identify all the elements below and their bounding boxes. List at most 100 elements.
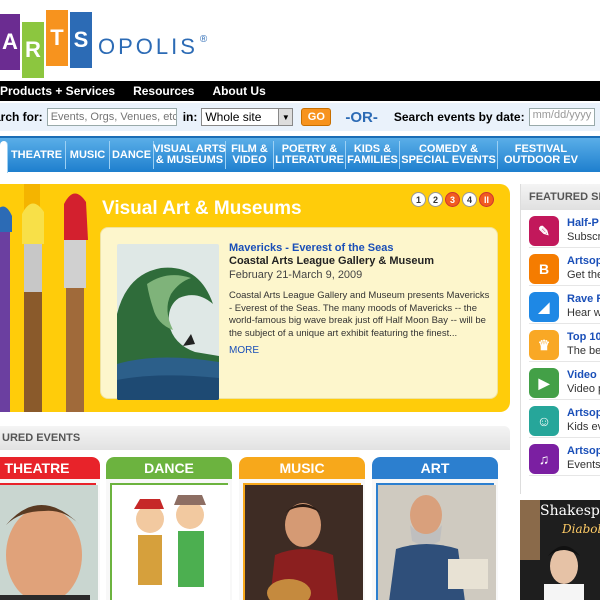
category-bar: THEATRE MUSIC DANCE VISUAL ARTS & MUSEUM… <box>0 136 600 173</box>
sidebar-item-kids[interactable]: ☺ Artsop Kids ev <box>529 404 600 438</box>
search-label: arch for: <box>0 110 43 124</box>
sidebar-item-blog[interactable]: B Artsop Get the <box>529 252 600 286</box>
logo-wordmark: OPOLIS ® <box>98 34 210 60</box>
event-tab-music: MUSIC <box>239 457 365 479</box>
tab-kids-families[interactable]: KIDS & FAMILIES <box>346 141 400 169</box>
tab-dance[interactable]: DANCE <box>110 141 154 169</box>
event-card-dance[interactable]: DANCE <box>106 457 232 600</box>
artsopolis-logo[interactable]: A R T S OPOLIS ® <box>0 8 210 78</box>
video-camera-icon: ▶ <box>529 368 559 398</box>
event-image-theatre <box>0 483 98 600</box>
tab-festivals-outdoor[interactable]: FESTIVAL OUTDOOR EV <box>498 141 578 169</box>
event-card-art[interactable]: ART <box>372 457 498 600</box>
event-image-dance <box>110 483 230 600</box>
wave-painting-image[interactable] <box>117 244 219 400</box>
sidebar-item-video[interactable]: ▶ Video Video p <box>529 366 600 400</box>
sidebar-item-title: Video <box>567 369 597 381</box>
featured-services-header: FEATURED SE <box>521 184 600 210</box>
logo-letter-s: S <box>70 12 92 68</box>
search-bar: arch for: in: Whole site ▼ GO -OR- Searc… <box>0 103 600 131</box>
nav-about-us[interactable]: About Us <box>212 84 265 98</box>
feature-card: Mavericks - Everest of the Seas Coastal … <box>100 227 498 400</box>
date-search-label: Search events by date: <box>393 110 525 124</box>
megaphone-icon: ◢ <box>529 292 559 322</box>
sidebar-item-rave-reviews[interactable]: ◢ Rave R Hear w <box>529 290 600 324</box>
date-input[interactable]: mm/dd/yyyy <box>528 108 595 126</box>
sidebar-item-top-10[interactable]: ♛ Top 10 The be <box>529 328 600 362</box>
featured-events-header: URED EVENTS <box>0 426 510 450</box>
nav-products-services[interactable]: Products + Services <box>0 84 115 98</box>
event-image-music <box>243 483 363 600</box>
tab-film-video[interactable]: FILM & VIDEO <box>226 141 274 169</box>
pager-page-2[interactable]: 2 <box>428 192 443 207</box>
event-tab-art: ART <box>372 457 498 479</box>
logo-rest: OPOLIS <box>98 34 198 59</box>
pager-page-3[interactable]: 3 <box>445 192 460 207</box>
sidebar-item-half-price[interactable]: ✎ Half-P Subscr <box>529 214 600 248</box>
pager-page-4[interactable]: 4 <box>462 192 477 207</box>
search-go-button[interactable]: GO <box>301 108 332 126</box>
feature-text: Mavericks - Everest of the Seas Coastal … <box>229 242 491 358</box>
sidebar-item-subtitle: Events <box>567 459 600 471</box>
registered-mark: ® <box>199 34 211 45</box>
sidebar-item-title: Half-P <box>567 217 599 229</box>
sidebar-item-title: Artsop <box>567 445 600 457</box>
featured-events-title: URED EVENTS <box>2 432 81 444</box>
nav-resources[interactable]: Resources <box>133 84 194 98</box>
top-nav: Products + Services Resources About Us <box>0 81 600 101</box>
sidebar-item-title: Top 10 <box>567 331 600 343</box>
blogger-icon: B <box>529 254 559 284</box>
event-tab-dance: DANCE <box>106 457 232 479</box>
tab-visual-arts[interactable]: VISUAL ARTS & MUSEUMS <box>153 141 226 169</box>
logo-letter-r: R <box>22 22 44 78</box>
trophy-icon: ♛ <box>529 330 559 360</box>
artist-photo-image <box>378 485 496 600</box>
tab-music[interactable]: MUSIC <box>66 141 110 169</box>
or-label: -OR- <box>345 108 378 126</box>
page: A R T S OPOLIS ® Products + Services Reso… <box>0 0 600 600</box>
sidebar-item-title: Artsop <box>567 407 600 419</box>
event-card-theatre[interactable]: THEATRE <box>0 457 100 600</box>
sidebar-item-subtitle: Kids ev <box>567 421 600 433</box>
paintbrushes-image <box>0 184 88 412</box>
search-in-label: in: <box>182 110 198 124</box>
sidebar-item-title: Artsop <box>567 255 600 267</box>
ticket-icon: ✎ <box>529 216 559 246</box>
feature-venue: Coastal Arts League Gallery & Museum <box>229 255 434 267</box>
tab-comedy-special-events[interactable]: COMEDY & SPECIAL EVENTS <box>400 141 498 169</box>
sidebar-item-subtitle: Subscr <box>567 231 600 243</box>
search-scope-value: Whole site <box>205 110 262 124</box>
pager-page-1[interactable]: 1 <box>411 192 426 207</box>
chevron-down-icon: ▼ <box>278 109 293 125</box>
shakespeare-promo[interactable]: Shakesp Diabol <box>520 500 600 600</box>
actor-portrait-image <box>0 485 98 600</box>
film-icon: ♫ <box>529 444 559 474</box>
category-tab-edge <box>0 141 8 173</box>
guitarist-photo-image <box>245 485 363 600</box>
search-scope-select[interactable]: Whole site ▼ <box>201 108 294 126</box>
kids-icon: ☺ <box>529 406 559 436</box>
tab-poetry-literature[interactable]: POETRY & LITERATURE <box>274 141 346 169</box>
feature-event-title[interactable]: Mavericks - Everest of the Seas <box>229 242 491 254</box>
logo-letter-a: A <box>0 14 20 70</box>
logo-letter-t: T <box>46 10 68 66</box>
sidebar-item-subtitle: Hear w <box>567 307 600 319</box>
sidebar-item-events[interactable]: ♫ Artsop Events <box>529 442 600 476</box>
search-input[interactable] <box>46 108 177 126</box>
event-card-music[interactable]: MUSIC <box>239 457 365 600</box>
feature-panel: Visual Art & Museums 1 2 3 4 II Maverick… <box>0 184 510 412</box>
promo-subtitle: Diabol <box>562 522 600 536</box>
sidebar-item-title: Rave R <box>567 293 600 305</box>
sidebar-item-subtitle: Get the <box>567 269 600 281</box>
feature-title: Visual Art & Museums <box>102 198 302 219</box>
feature-pager: 1 2 3 4 II <box>411 192 496 207</box>
promo-title: Shakesp <box>540 503 600 519</box>
feature-description: Coastal Arts League Gallery and Museum p… <box>229 290 490 339</box>
tab-theatre[interactable]: THEATRE <box>8 141 66 169</box>
featured-services-sidebar: FEATURED SE ✎ Half-P Subscr B Artsop Get… <box>520 184 600 494</box>
sidebar-item-subtitle: The be <box>567 345 600 357</box>
feature-more-link[interactable]: MORE <box>229 345 259 356</box>
feature-date: February 21-March 9, 2009 <box>229 269 363 281</box>
dancers-illustration-image <box>112 485 230 600</box>
pager-pause-button[interactable]: II <box>479 192 494 207</box>
